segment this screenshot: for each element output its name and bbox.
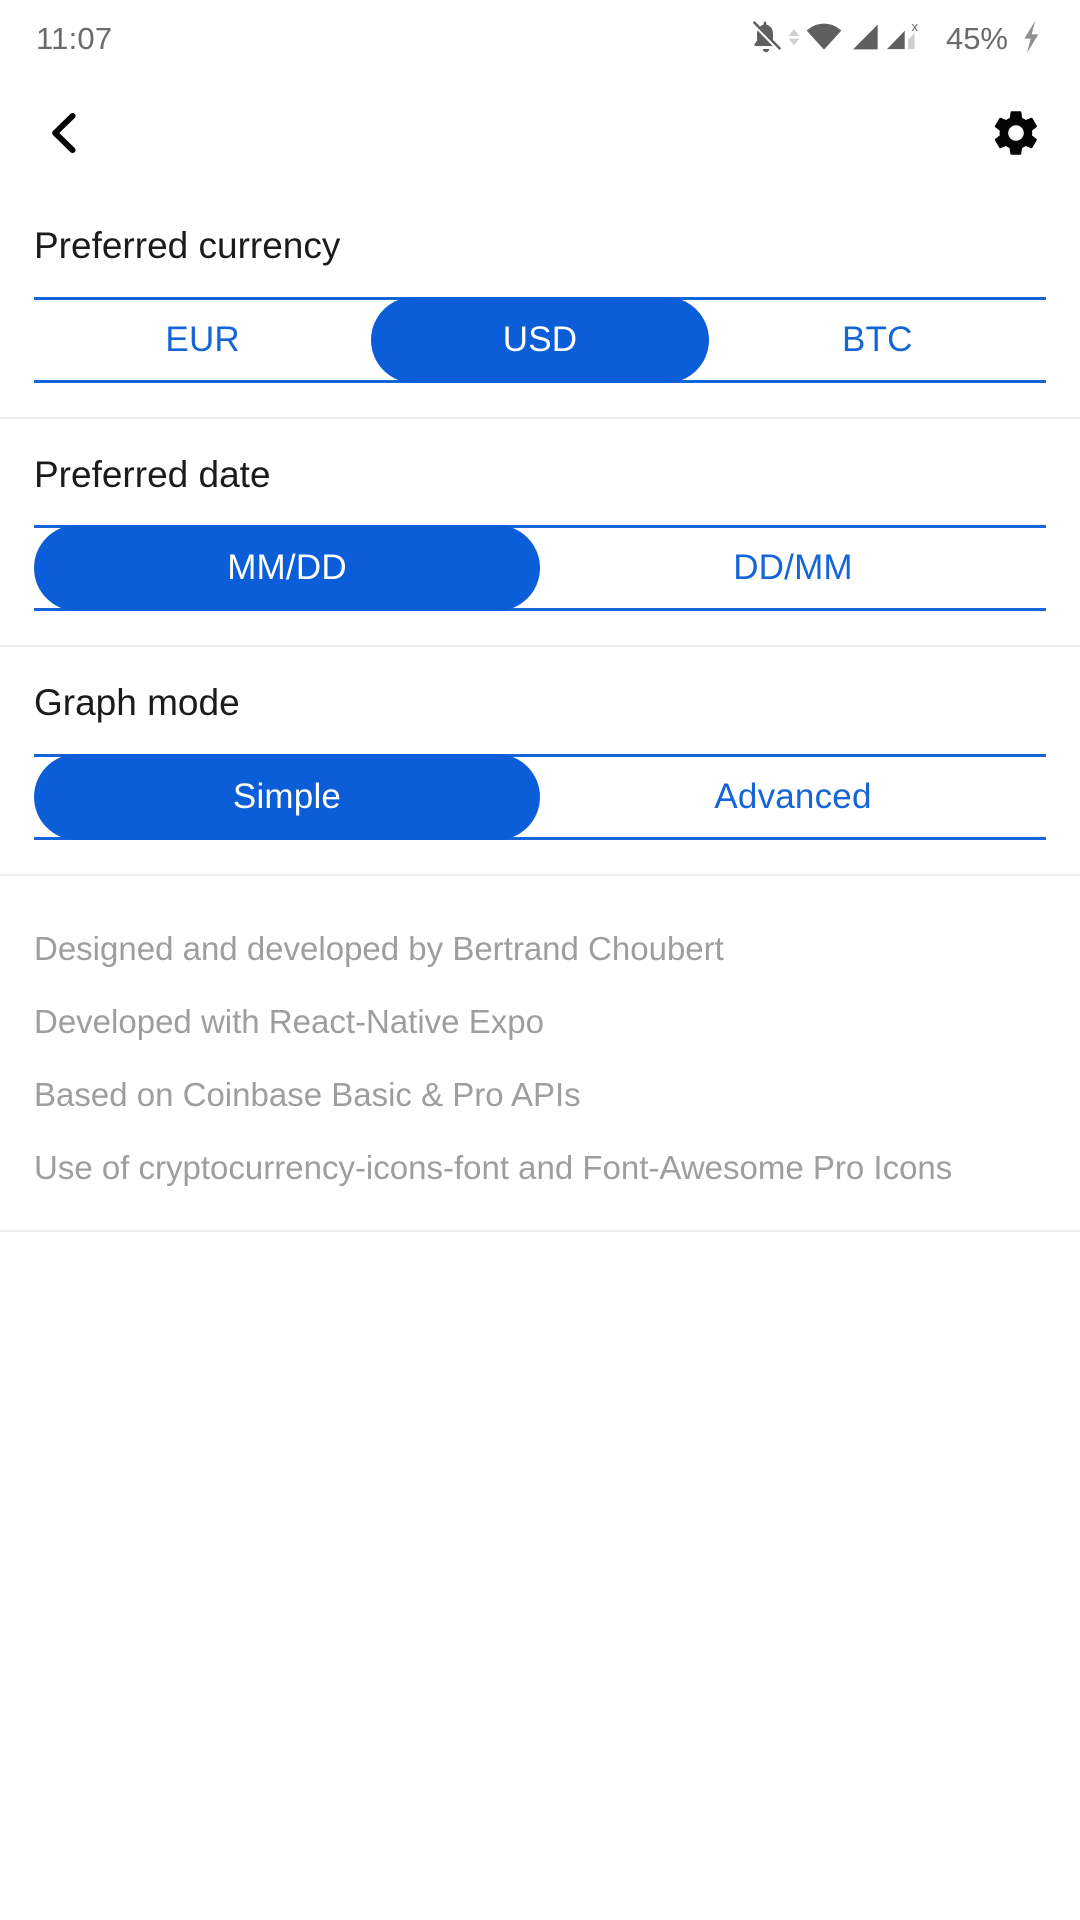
chevron-left-icon <box>38 106 92 163</box>
credit-line-framework: Developed with React-Native Expo <box>34 1003 544 1041</box>
credit-line-author: Designed and developed by Bertrand Choub… <box>34 930 724 968</box>
status-time: 11:07 <box>36 21 113 56</box>
graph-mode-segmented-control[interactable]: Simple Advanced <box>34 754 1046 841</box>
date-option-mmdd[interactable]: MM/DD <box>34 525 540 612</box>
credit-line-icons: Use of cryptocurrency-icons-font and Fon… <box>34 1149 953 1187</box>
settings-sections: Preferred currency EUR USD BTC Preferred… <box>0 190 1080 877</box>
section-graph-mode: Graph mode Simple Advanced <box>0 647 1080 877</box>
credits-block: Designed and developed by Bertrand Choub… <box>0 876 1080 1233</box>
back-button[interactable] <box>30 96 106 172</box>
status-icon-group: x 45% <box>746 17 1046 62</box>
nav-bar <box>0 78 1080 190</box>
credit-line-api: Based on Coinbase Basic & Pro APIs <box>34 1076 581 1114</box>
graph-mode-option-simple[interactable]: Simple <box>34 754 540 841</box>
currency-option-usd[interactable]: USD <box>371 296 709 383</box>
gear-icon <box>990 107 1042 162</box>
section-preferred-currency: Preferred currency EUR USD BTC <box>0 190 1080 419</box>
svg-text:x: x <box>911 19 918 34</box>
signal-bars-icon <box>846 17 886 62</box>
battery-percentage: 45% <box>945 21 1008 56</box>
currency-option-eur[interactable]: EUR <box>34 300 371 380</box>
empty-space <box>0 1232 1080 1920</box>
graph-mode-option-advanced[interactable]: Advanced <box>540 757 1046 837</box>
wifi-icon <box>802 17 846 62</box>
settings-button[interactable] <box>966 96 1042 172</box>
date-segmented-control[interactable]: MM/DD DD/MM <box>34 525 1046 612</box>
signal-bars-x-icon: x <box>886 17 932 62</box>
currency-segmented-control[interactable]: EUR USD BTC <box>34 296 1046 383</box>
currency-option-btc[interactable]: BTC <box>709 300 1046 380</box>
settings-screen: 11:07 x 45% Preferred currency EUR USD B… <box>0 0 1080 1920</box>
status-bar: 11:07 x 45% <box>0 0 1080 78</box>
charging-bolt-icon <box>1016 17 1046 62</box>
section-preferred-date: Preferred date MM/DD DD/MM <box>0 419 1080 648</box>
data-transfer-icon <box>786 17 802 62</box>
bell-off-icon <box>746 17 786 62</box>
section-label-currency: Preferred currency <box>34 225 341 266</box>
date-option-ddmm[interactable]: DD/MM <box>540 528 1046 608</box>
section-label-date: Preferred date <box>34 453 271 495</box>
section-label-graph-mode: Graph mode <box>34 682 240 724</box>
